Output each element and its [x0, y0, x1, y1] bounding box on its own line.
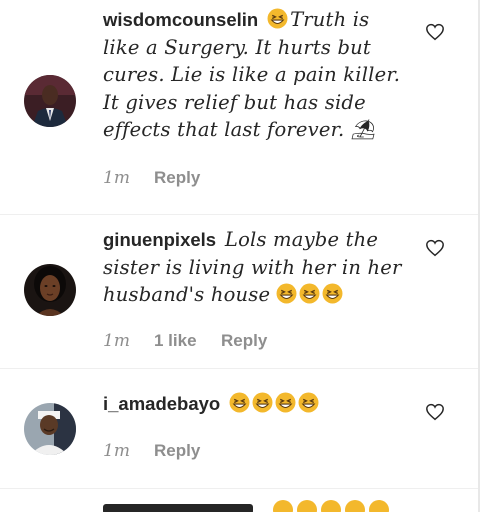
comment-username[interactable]: wisdomcounselin	[103, 9, 258, 30]
grinning-squinting-face-icon	[267, 8, 288, 29]
comment-body: wisdomcounselin Truth is like a Surgery.…	[103, 6, 403, 144]
grinning-squinting-face-icon	[229, 392, 250, 413]
like-heart-icon[interactable]	[425, 239, 445, 257]
reply-button[interactable]: Reply	[154, 168, 200, 188]
reply-button[interactable]: Reply	[154, 441, 200, 461]
reply-button[interactable]: Reply	[221, 331, 267, 351]
avatar[interactable]	[24, 75, 76, 127]
avatar-image	[24, 75, 76, 127]
comment-meta: 1m Reply	[103, 441, 200, 461]
avatar[interactable]	[24, 264, 76, 316]
comment-time: 1m	[103, 441, 130, 461]
comment-time: 1m	[103, 168, 130, 188]
comment-meta: 1m 1 like Reply	[103, 331, 267, 351]
next-comment-partial	[103, 500, 403, 512]
avatar[interactable]	[24, 403, 76, 455]
comment-time: 1m	[103, 331, 130, 351]
avatar-image	[24, 403, 76, 455]
likes-count-link[interactable]: 1 like	[154, 331, 221, 351]
comment-body: ginuenpixels Lols maybe the sister is li…	[103, 226, 403, 309]
comment-meta: 1m Reply	[103, 168, 200, 188]
comment-username[interactable]: ginuenpixels	[103, 229, 216, 250]
grinning-squinting-face-icon	[275, 392, 296, 413]
comment-username[interactable]: i_amadebayo	[103, 393, 220, 414]
grinning-squinting-face-icon	[276, 283, 297, 304]
comment-body: i_amadebayo	[103, 390, 403, 418]
like-heart-icon[interactable]	[425, 23, 445, 41]
grinning-squinting-face-icon	[298, 392, 319, 413]
grinning-squinting-face-icon	[299, 283, 320, 304]
grinning-squinting-face-icon	[322, 283, 343, 304]
grinning-squinting-face-icon	[252, 392, 273, 413]
avatar-image	[24, 264, 76, 316]
divider	[0, 214, 480, 215]
divider	[0, 368, 480, 369]
divider	[0, 488, 480, 489]
like-heart-icon[interactable]	[425, 403, 445, 421]
